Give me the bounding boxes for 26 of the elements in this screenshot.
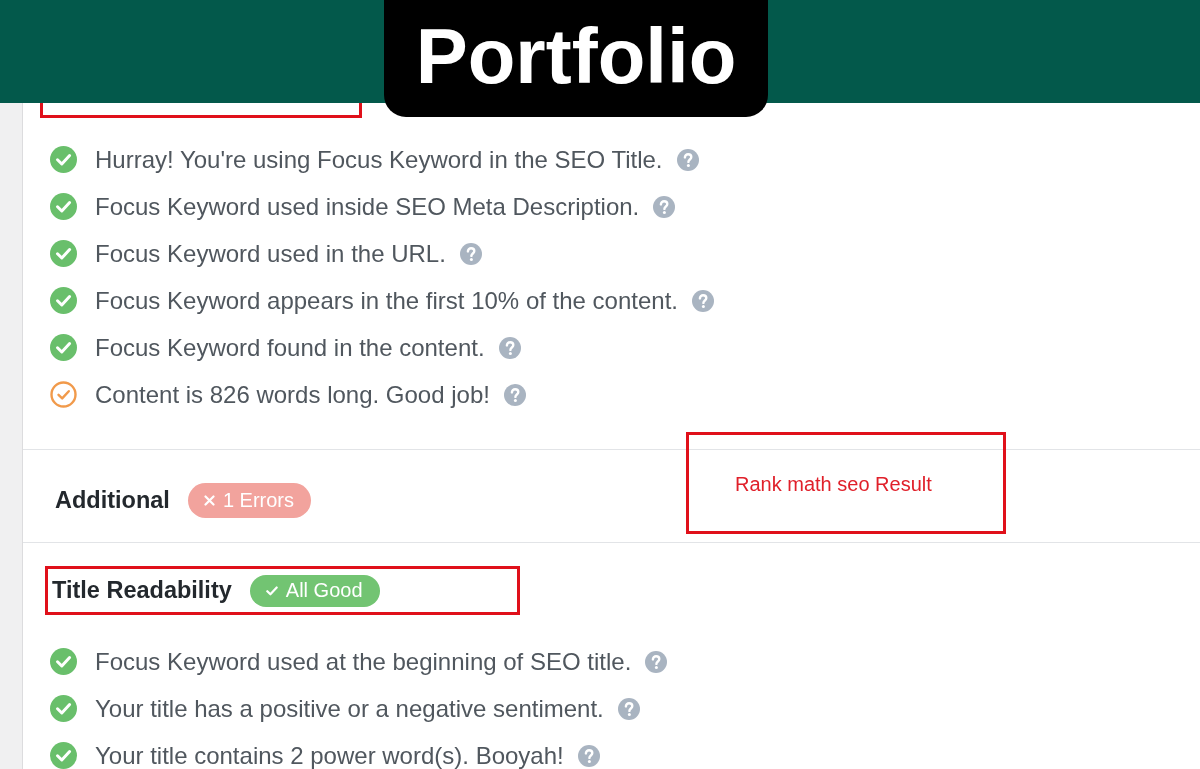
check-text: Focus Keyword used in the URL. <box>95 239 446 268</box>
x-icon <box>203 494 215 506</box>
help-icon[interactable] <box>676 148 699 171</box>
banner-title: Portfolio <box>384 0 768 117</box>
help-icon[interactable] <box>645 650 668 673</box>
help-icon[interactable] <box>459 242 482 265</box>
check-text: Your title has a positive or a negative sentiment. <box>95 694 604 723</box>
section-title: Additional <box>55 486 170 514</box>
help-icon[interactable] <box>498 336 521 359</box>
badge-label: All Good <box>285 579 363 602</box>
check-text: Focus Keyword used at the beginning of SEO title. <box>95 647 632 676</box>
callout-text: Rank math seo Result <box>735 473 932 495</box>
check-icon <box>265 585 278 596</box>
check-text: Focus Keyword used inside SEO Meta Description. <box>95 192 640 221</box>
section-title: Title Readability <box>52 577 232 604</box>
help-icon[interactable] <box>503 383 526 406</box>
check-text: Focus Keyword found in the content. <box>95 333 485 362</box>
badge-label: 1 Errors <box>222 488 294 512</box>
help-icon[interactable] <box>617 697 640 720</box>
help-icon[interactable] <box>692 289 714 312</box>
check-text: Hurray! You're using Focus Keyword in the SEO Title. <box>95 145 663 174</box>
check-text: Your title contains 2 power word(s). Booyah! <box>95 741 564 769</box>
help-icon[interactable] <box>653 195 676 218</box>
check-text: Focus Keyword appears in the first 10% of the content. <box>95 286 678 315</box>
check-text: Content is 826 words long. Good job! <box>95 380 490 409</box>
help-icon[interactable] <box>577 744 600 767</box>
